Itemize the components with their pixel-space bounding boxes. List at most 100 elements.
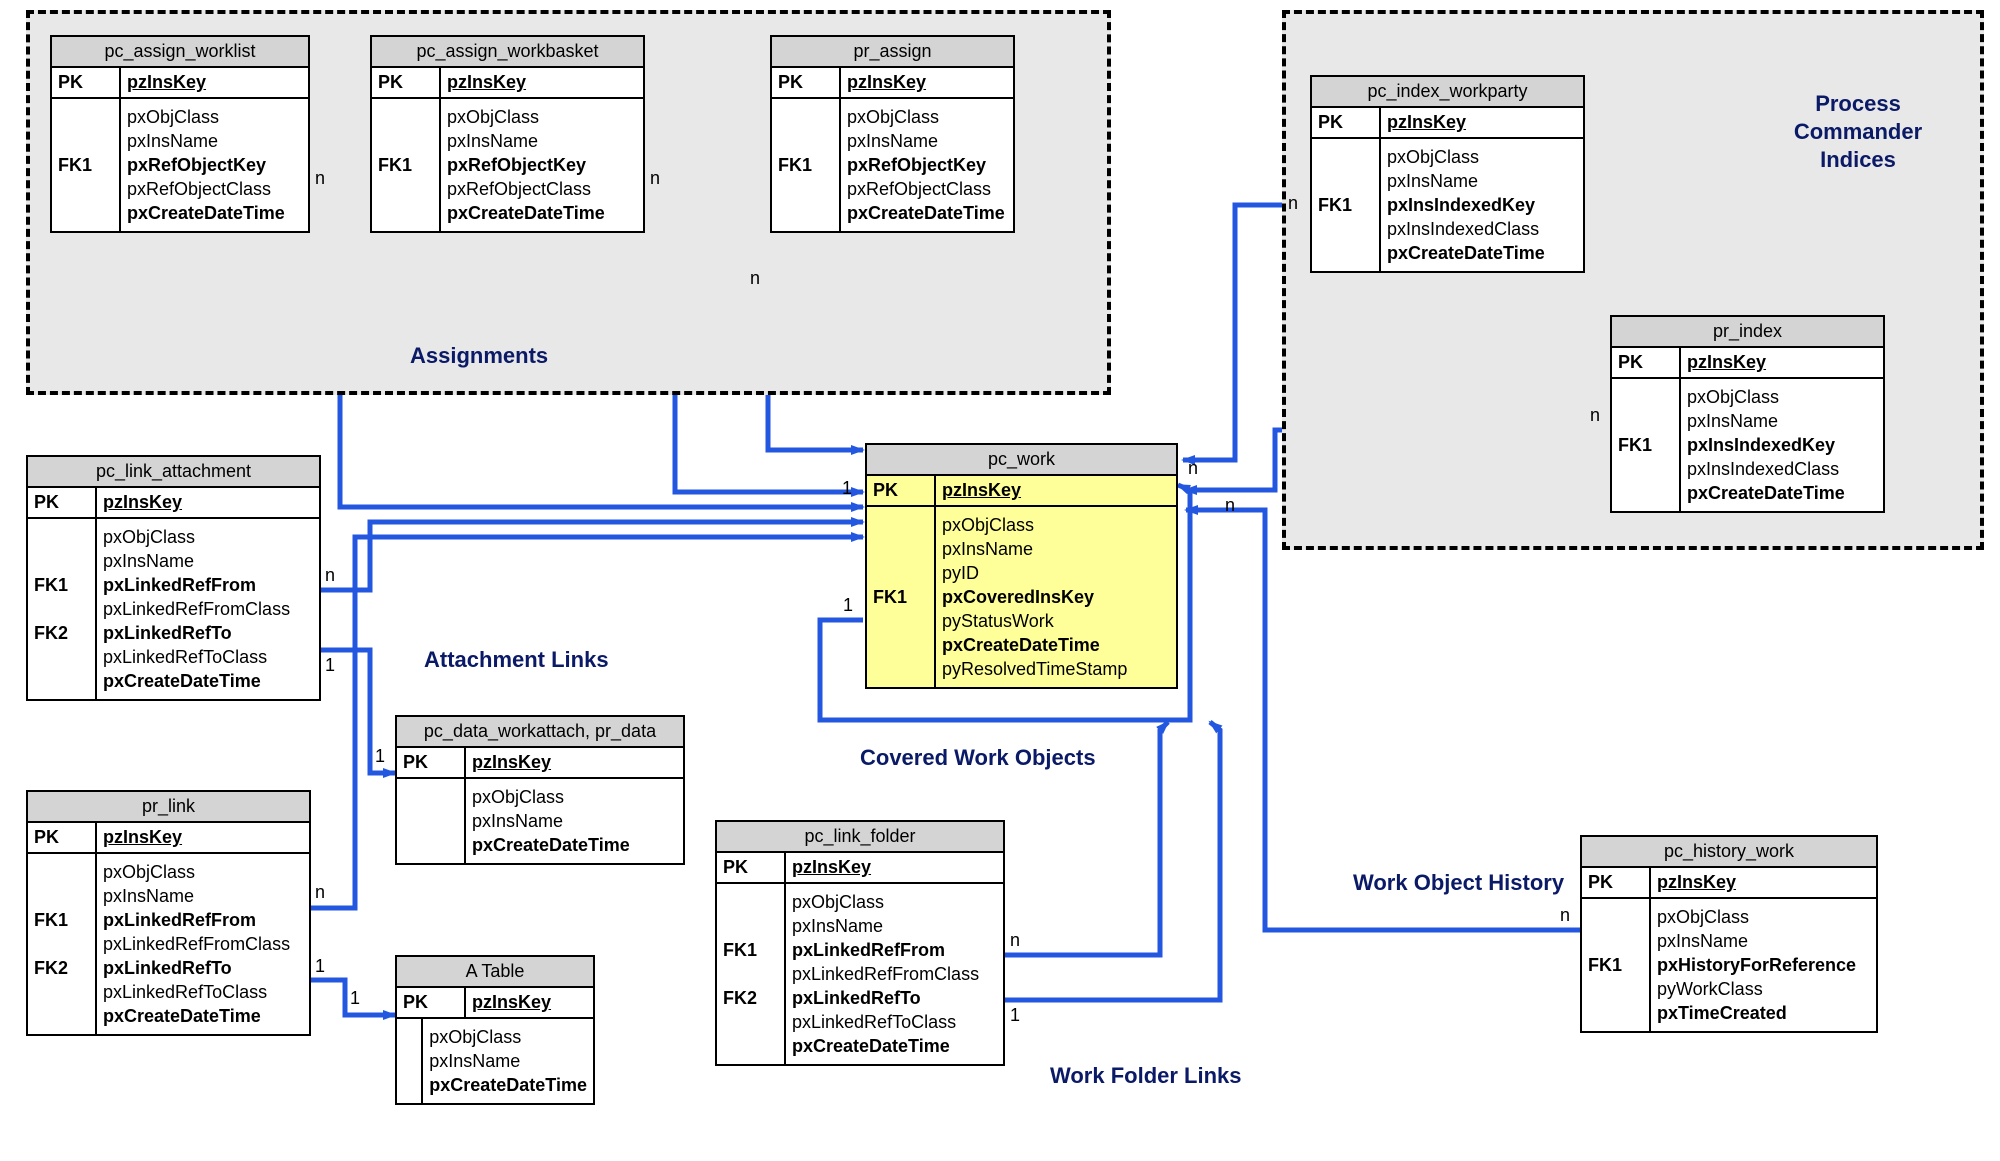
entity-body: FK1 pxObjClasspxInsNamepxInsIndexedKeypx… [1612, 379, 1883, 511]
key-cell [1318, 241, 1373, 265]
entity-body: FK1 FK2 pxObjClasspxInsNamepxLinkedRefFr… [28, 519, 319, 699]
entity-pc-index-workparty: pc_index_workpartyPKpzInsKey FK1 pxObjCl… [1310, 75, 1585, 273]
pk-value: pzInsKey [936, 476, 1176, 505]
label-assignments: Assignments [410, 343, 548, 369]
col-cell: pxObjClass [1657, 905, 1870, 929]
pk-label: PK [28, 488, 97, 517]
key-cell [403, 785, 458, 809]
entity-title: pr_index [1612, 317, 1883, 348]
key-cell [1618, 385, 1673, 409]
col-cell: pxObjClass [1387, 145, 1577, 169]
card-one: 1 [843, 595, 853, 616]
col-cell: pxRefObjectClass [127, 177, 302, 201]
col-cell: pxInsName [472, 809, 677, 833]
col-cell: pxObjClass [429, 1025, 587, 1049]
key-cell [403, 833, 458, 857]
entity-title: pc_assign_worklist [52, 37, 308, 68]
pk-label: PK [1582, 868, 1651, 897]
card-n: n [650, 168, 660, 189]
key-cell [378, 177, 433, 201]
key-cell [1318, 145, 1373, 169]
entity-pk-row: PKpzInsKey [772, 68, 1013, 99]
col-cell: pxLinkedRefTo [792, 986, 997, 1010]
pk-value: pzInsKey [121, 68, 308, 97]
col-cell: pxLinkedRefFrom [103, 573, 313, 597]
col-cell: pxLinkedRefFromClass [103, 932, 303, 956]
key-cell [403, 809, 458, 833]
col-cell: pxObjClass [447, 105, 637, 129]
pk-label: PK [52, 68, 121, 97]
col-cell: pxLinkedRefToClass [103, 645, 313, 669]
col-cell: pxCoveredInsKey [942, 585, 1170, 609]
key-cell [1618, 457, 1673, 481]
col-cell: pxObjClass [847, 105, 1007, 129]
key-cell [34, 549, 89, 573]
entity-title: pc_work [867, 445, 1176, 476]
entity-pc-assign-workbasket: pc_assign_workbasketPKpzInsKey FK1 pxObj… [370, 35, 645, 233]
key-cell [403, 1073, 415, 1097]
card-n: n [325, 565, 335, 586]
key-cell [873, 537, 928, 561]
key-cell [403, 1049, 415, 1073]
entity-pk-row: PKpzInsKey [372, 68, 643, 99]
key-cell [378, 201, 433, 225]
key-cell [34, 645, 89, 669]
card-n: n [750, 268, 760, 289]
col-cell: pxInsIndexedClass [1387, 217, 1577, 241]
col-cell: pxInsName [447, 129, 637, 153]
card-n: n [315, 168, 325, 189]
pk-label: PK [397, 748, 466, 777]
key-cell [34, 932, 89, 956]
col-cell: pxRefObjectKey [127, 153, 302, 177]
col-cell: pxInsName [127, 129, 302, 153]
col-cell: pyWorkClass [1657, 977, 1870, 1001]
col-cell: pxInsName [1387, 169, 1577, 193]
pk-value: pzInsKey [466, 748, 683, 777]
card-one: 1 [375, 746, 385, 767]
key-cell [1618, 409, 1673, 433]
key-cell [1318, 169, 1373, 193]
col-cell: pxInsIndexedKey [1387, 193, 1577, 217]
col-cell: pxRefObjectClass [847, 177, 1007, 201]
key-cell [403, 1025, 415, 1049]
col-cell: pxObjClass [792, 890, 997, 914]
entity-body: FK1 pxObjClasspxInsNamepxRefObjectKeypxR… [52, 99, 308, 231]
key-cell [378, 105, 433, 129]
entity-pr-link: pr_linkPKpzInsKey FK1 FK2 pxObjClasspxIn… [26, 790, 311, 1036]
key-cell [34, 884, 89, 908]
key-cell [873, 657, 928, 681]
entity-pk-row: PKpzInsKey [397, 748, 683, 779]
col-cell: pxObjClass [942, 513, 1170, 537]
entity-body: FK1 pxObjClasspxInsNamepxRefObjectKeypxR… [772, 99, 1013, 231]
col-cell: pxLinkedRefFrom [103, 908, 303, 932]
label-work-history: Work Object History [1353, 870, 1564, 896]
key-cell: FK1 [723, 938, 778, 962]
key-cell: FK2 [34, 621, 89, 645]
key-cell [1588, 929, 1643, 953]
pk-label: PK [867, 476, 936, 505]
col-cell: pxInsName [847, 129, 1007, 153]
card-n: n [1288, 193, 1298, 214]
key-cell [723, 1034, 778, 1058]
col-cell: pxCreateDateTime [103, 1004, 303, 1028]
card-n: n [315, 882, 325, 903]
key-cell: FK1 [1318, 193, 1373, 217]
entity-pr-index: pr_indexPKpzInsKey FK1 pxObjClasspxInsNa… [1610, 315, 1885, 513]
card-n: n [1225, 495, 1235, 516]
pk-value: pzInsKey [786, 853, 1003, 882]
entity-pk-row: PKpzInsKey [28, 488, 319, 519]
key-cell [34, 1004, 89, 1028]
key-cell [58, 177, 113, 201]
entity-title: pc_data_workattach, pr_data [397, 717, 683, 748]
key-cell: FK2 [723, 986, 778, 1010]
entity-pr-assign: pr_assignPKpzInsKey FK1 pxObjClasspxInsN… [770, 35, 1015, 233]
key-cell: FK1 [58, 153, 113, 177]
col-cell: pxObjClass [103, 860, 303, 884]
key-cell [34, 525, 89, 549]
key-cell [723, 1010, 778, 1034]
col-cell: pxCreateDateTime [447, 201, 637, 225]
pk-value: pzInsKey [841, 68, 1013, 97]
col-cell: pxInsName [103, 884, 303, 908]
col-cell: pxInsName [429, 1049, 587, 1073]
key-cell: FK1 [378, 153, 433, 177]
